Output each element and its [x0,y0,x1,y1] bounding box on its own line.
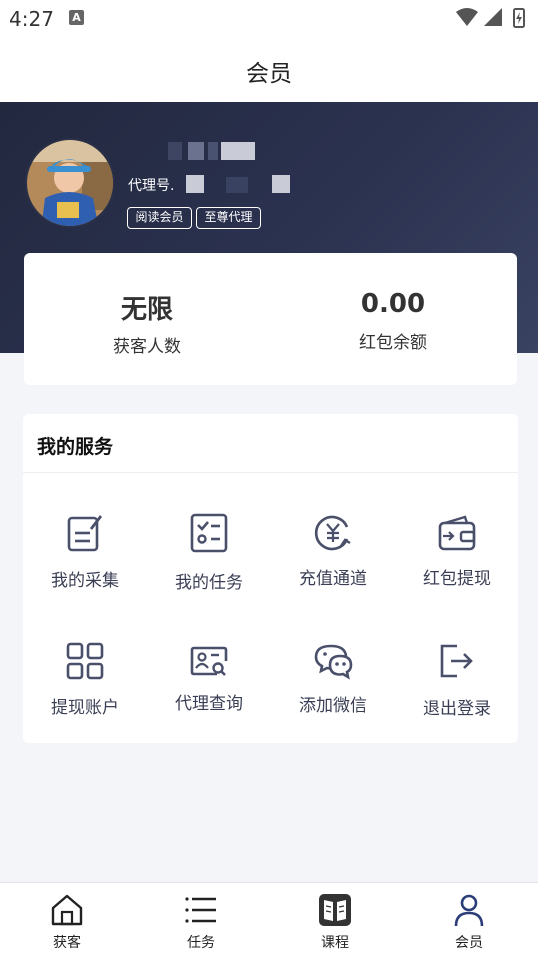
services-card: 我的服务 我的采集 我的任务 充值通道 红包提现 提现账户 代理查询 添加微信 … [23,414,518,743]
service-label: 代理查询 [175,694,243,714]
title-bar: 会员 [0,36,538,102]
wifi-icon [456,8,478,26]
bottom-nav: 获客 任务 课程 会员 [0,882,538,958]
nav-label: 课程 [321,935,349,951]
id-card-search-icon [190,646,228,676]
a-icon: A [69,10,84,25]
customers-label: 获客人数 [113,337,181,357]
balance-label: 红包余额 [359,333,427,353]
nav-item-tasks[interactable]: 任务 [134,883,268,958]
logout-icon [440,644,473,678]
service-label: 红包提现 [423,569,491,589]
home-icon [51,894,83,926]
service-add-wechat[interactable]: 添加微信 [271,639,395,749]
stats-card: 无限 获客人数 0.00 红包余额 [24,253,517,385]
nickname-redacted [168,142,255,160]
service-label: 我的任务 [175,573,243,593]
status-icons [456,8,525,28]
task-checklist-icon [190,513,228,553]
divider [23,472,518,473]
status-time: 4:27 [9,7,54,31]
service-label: 添加微信 [299,696,367,716]
edit-document-icon [67,515,103,552]
customers-value: 无限 [120,295,173,325]
agent-number-label: 代理号. [128,178,175,194]
avatar[interactable] [25,138,115,228]
service-agent-query[interactable]: 代理查询 [147,639,271,749]
wallet-icon [438,515,476,551]
service-withdraw-account[interactable]: 提现账户 [23,639,147,749]
nav-label: 任务 [187,935,215,951]
supreme-agent-badge: 至尊代理 [196,207,261,229]
grid-icon [66,642,104,680]
nav-item-member[interactable]: 会员 [402,883,536,958]
nav-label: 获客 [53,935,81,951]
wechat-icon [314,644,353,680]
service-label: 提现账户 [51,698,119,718]
service-label: 退出登录 [423,699,491,719]
nav-item-courses[interactable]: 课程 [268,883,402,958]
signal-icon [484,8,502,26]
book-icon [319,894,351,926]
list-icon [185,897,216,923]
user-icon [454,894,484,927]
service-my-tasks[interactable]: 我的任务 [147,509,271,619]
service-my-collection[interactable]: 我的采集 [23,509,147,619]
reading-member-badge: 阅读会员 [127,207,192,229]
nav-item-customers[interactable]: 获客 [0,883,134,958]
nav-label: 会员 [455,935,483,951]
service-withdraw-redpacket[interactable]: 红包提现 [395,509,519,619]
balance-value: 0.00 [360,289,426,319]
yuan-recharge-icon [314,515,351,551]
service-recharge[interactable]: 充值通道 [271,509,395,619]
page-title: 会员 [246,61,292,87]
status-bar: 4:27 A [0,0,538,36]
services-title: 我的服务 [37,436,114,458]
service-logout[interactable]: 退出登录 [395,639,519,749]
agent-number-redacted [186,175,290,193]
service-label: 我的采集 [51,571,119,591]
service-label: 充值通道 [299,569,367,589]
